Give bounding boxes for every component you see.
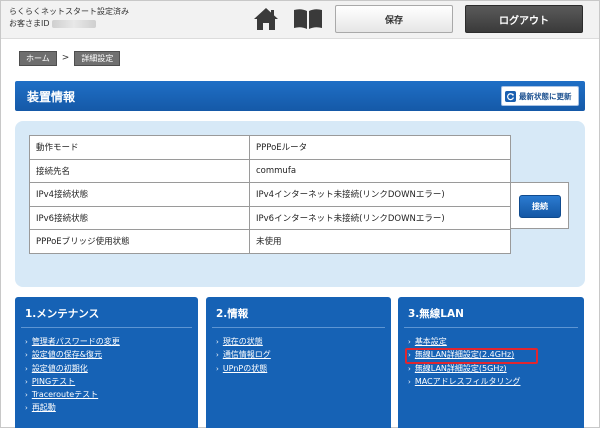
menu-item-mac-filtering[interactable]: MACアドレスフィルタリング xyxy=(408,375,521,388)
table-row: IPv6接続状態 IPv6インターネット未接続(リンクDOWNエラー) xyxy=(29,205,511,230)
menu-item-initialize[interactable]: 設定値の初期化 xyxy=(25,362,120,375)
menu-title: 1.メンテナンス xyxy=(25,308,100,320)
menu-item-current-status[interactable]: 現在の状態 xyxy=(216,335,271,348)
device-info-panel: 動作モード PPPoEルータ 接続先名 commufa IPv4接続状態 IPv… xyxy=(15,121,585,287)
breadcrumb-separator: > xyxy=(61,53,70,63)
menu-divider xyxy=(21,327,192,328)
device-info-table: 動作モード PPPoEルータ 接続先名 commufa IPv4接続状態 IPv… xyxy=(29,135,511,254)
menu-item-label[interactable]: 通信情報ログ xyxy=(223,350,271,359)
highlight-box xyxy=(405,348,538,364)
menu-item-save-restore[interactable]: 設定値の保存&復元 xyxy=(25,348,120,361)
menu-item-upnp-status[interactable]: UPnPの状態 xyxy=(216,362,271,375)
manual-book-icon[interactable] xyxy=(293,8,323,30)
row-value: IPv4インターネット未接続(リンクDOWNエラー) xyxy=(249,182,511,207)
menu-divider xyxy=(404,327,578,328)
maintenance-menu-panel: 1.メンテナンス 管理者パスワードの変更 設定値の保存&復元 設定値の初期化 P… xyxy=(15,297,198,428)
row-value: commufa xyxy=(249,158,511,183)
breadcrumb-home[interactable]: ホーム xyxy=(19,50,57,66)
menu-item-label[interactable]: UPnPの状態 xyxy=(223,364,267,373)
save-button[interactable]: 保存 xyxy=(335,5,453,33)
menu-item-label[interactable]: 無線LAN詳細設定(5GHz) xyxy=(415,364,507,373)
menu-item-admin-password[interactable]: 管理者パスワードの変更 xyxy=(25,335,120,348)
header-status: らくらくネットスタート設定済み お客さまID xyxy=(9,6,129,30)
row-label: 動作モード xyxy=(29,135,250,160)
menu-item-comm-log[interactable]: 通信情報ログ xyxy=(216,348,271,361)
table-row: PPPoEブリッジ使用状態 未使用 xyxy=(29,229,511,254)
home-icon[interactable] xyxy=(253,7,279,31)
menu-item-reboot[interactable]: 再起動 xyxy=(25,401,120,414)
refresh-label: 最新状態に更新 xyxy=(519,91,572,101)
refresh-button[interactable]: 最新状態に更新 xyxy=(501,86,579,106)
customer-id-redacted xyxy=(51,19,96,28)
menu-item-ping-test[interactable]: PINGテスト xyxy=(25,375,120,388)
info-menu-panel: 2.情報 現在の状態 通信情報ログ UPnPの状態 xyxy=(206,297,391,428)
breadcrumb-detail-settings: 詳細設定 xyxy=(74,50,121,66)
device-info-header: 装置情報 最新状態に更新 xyxy=(15,81,585,111)
refresh-icon xyxy=(505,90,516,102)
row-label: 接続先名 xyxy=(29,158,250,183)
customer-id-label: お客さまID xyxy=(9,19,50,28)
menu-divider xyxy=(212,327,385,328)
menu-item-label[interactable]: 管理者パスワードの変更 xyxy=(32,337,120,346)
row-label: IPv4接続状態 xyxy=(29,182,250,207)
logout-button[interactable]: ログアウト xyxy=(465,5,583,33)
menu-item-label[interactable]: 基本設定 xyxy=(415,337,447,346)
menu-title: 3.無線LAN xyxy=(408,308,464,320)
info-menu-list: 現在の状態 通信情報ログ UPnPの状態 xyxy=(216,335,271,375)
menu-item-label[interactable]: 現在の状態 xyxy=(223,337,263,346)
top-header: らくらくネットスタート設定済み お客さまID 保存 ログアウト xyxy=(1,1,599,39)
menu-item-label[interactable]: 設定値の初期化 xyxy=(32,364,88,373)
connect-cell: 接続 xyxy=(511,182,569,229)
menu-title: 2.情報 xyxy=(216,308,249,320)
customer-id-line: お客さまID xyxy=(9,18,129,30)
menu-item-traceroute-test[interactable]: Tracerouteテスト xyxy=(25,388,120,401)
menu-item-label[interactable]: PINGテスト xyxy=(32,377,75,386)
table-row: 動作モード PPPoEルータ xyxy=(29,135,511,160)
menu-item-label[interactable]: Tracerouteテスト xyxy=(32,390,98,399)
connect-button[interactable]: 接続 xyxy=(519,195,561,218)
breadcrumb: ホーム > 詳細設定 xyxy=(19,50,121,66)
row-label: IPv6接続状態 xyxy=(29,205,250,230)
status-line: らくらくネットスタート設定済み xyxy=(9,7,129,16)
menu-item-basic-settings[interactable]: 基本設定 xyxy=(408,335,520,348)
row-value: 未使用 xyxy=(249,229,511,254)
menu-item-label[interactable]: 再起動 xyxy=(32,403,56,412)
row-label: PPPoEブリッジ使用状態 xyxy=(29,229,250,254)
table-row: IPv4接続状態 IPv4インターネット未接続(リンクDOWNエラー) xyxy=(29,182,511,207)
table-row: 接続先名 commufa xyxy=(29,158,511,183)
row-value: IPv6インターネット未接続(リンクDOWNエラー) xyxy=(249,205,511,230)
row-value: PPPoEルータ xyxy=(249,135,511,160)
page-title: 装置情報 xyxy=(27,90,76,104)
menu-item-label[interactable]: MACアドレスフィルタリング xyxy=(415,377,521,386)
menu-item-label[interactable]: 設定値の保存&復元 xyxy=(32,350,102,359)
maintenance-menu-list: 管理者パスワードの変更 設定値の保存&復元 設定値の初期化 PINGテスト Tr… xyxy=(25,335,120,415)
